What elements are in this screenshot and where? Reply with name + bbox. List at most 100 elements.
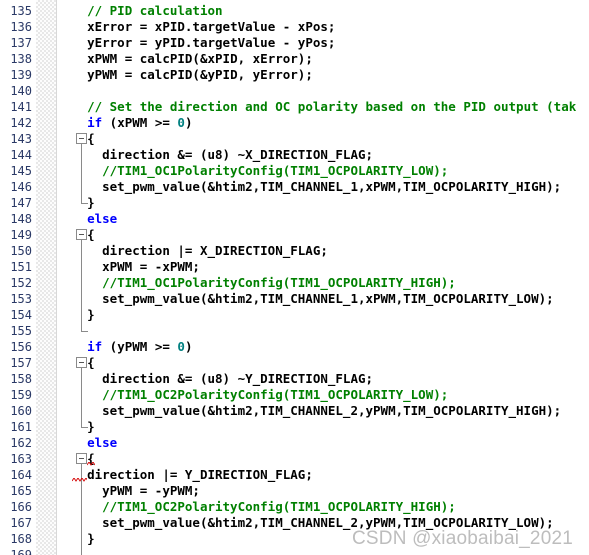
line-number: 167 <box>10 516 32 530</box>
code-line[interactable]: // PID calculation <box>87 3 222 19</box>
code-token-plain: ) <box>184 115 193 130</box>
line-number: 148 <box>10 212 32 226</box>
line-number: 158 <box>10 372 32 386</box>
code-token-plain: xPWM = calcPID(&xPID, xError); <box>87 51 313 66</box>
line-number: 152 <box>10 276 32 290</box>
error-squiggle <box>87 462 95 466</box>
code-token-number: 0 <box>177 115 185 130</box>
code-token-plain: direction &= (u8) ~X_DIRECTION_FLAG; <box>102 147 374 162</box>
code-token-plain: direction &= (u8) ~Y_DIRECTION_FLAG; <box>102 371 374 386</box>
code-line[interactable]: } <box>87 195 95 211</box>
code-token-comment: //TIM1_OC2PolarityConfig(TIM1_OCPOLARITY… <box>102 499 456 514</box>
line-number: 138 <box>10 52 32 66</box>
code-line[interactable]: set_pwm_value(&htim2,TIM_CHANNEL_1,xPWM,… <box>102 179 561 195</box>
line-number: 139 <box>10 68 32 82</box>
code-editor[interactable]: 135 136 137 138 139 140 141 142 143 144 145 146 147 1… <box>0 0 589 555</box>
code-token-plain: direction |= X_DIRECTION_FLAG; <box>102 243 328 258</box>
line-number: 162 <box>10 436 32 450</box>
code-line[interactable]: xPWM = calcPID(&xPID, xError); <box>87 51 313 67</box>
line-number: 159 <box>10 388 32 402</box>
line-number: 151 <box>10 260 32 274</box>
line-number: 153 <box>10 292 32 306</box>
code-line[interactable]: direction |= Y_DIRECTION_FLAG; <box>87 467 313 483</box>
line-number-column: 135 136 137 138 139 140 141 142 143 144 145 146 147 1… <box>0 0 36 555</box>
code-token-keyword: else <box>87 435 118 450</box>
line-number: 157 <box>10 356 32 370</box>
code-line[interactable]: //TIM1_OC1PolarityConfig(TIM1_OCPOLARITY… <box>102 275 456 291</box>
code-line[interactable]: set_pwm_value(&htim2,TIM_CHANNEL_2,yPWM,… <box>102 403 561 419</box>
code-token-comment: // Set the direction and OC polarity bas… <box>87 99 577 114</box>
code-token-plain: yPWM = calcPID(&yPID, yError); <box>87 67 313 82</box>
code-token-plain: (yPWM >= <box>102 339 178 354</box>
line-number: 150 <box>10 244 32 258</box>
code-line[interactable]: } <box>87 307 95 323</box>
line-number: 165 <box>10 484 32 498</box>
code-line[interactable]: else <box>87 435 117 451</box>
line-number: 135 <box>10 4 32 18</box>
code-token-plain: set_pwm_value(&htim2,TIM_CHANNEL_1,xPWM,… <box>102 179 562 194</box>
code-line[interactable]: if (xPWM >= 0) <box>87 115 192 131</box>
code-line[interactable]: direction &= (u8) ~Y_DIRECTION_FLAG; <box>102 371 373 387</box>
code-line[interactable]: { <box>87 227 95 243</box>
code-token-plain: } <box>87 307 95 322</box>
code-token-comment: //TIM1_OC1PolarityConfig(TIM1_OCPOLARITY… <box>102 163 449 178</box>
code-token-comment: // PID calculation <box>87 3 223 18</box>
code-line[interactable]: direction |= X_DIRECTION_FLAG; <box>102 243 328 259</box>
code-line[interactable]: //TIM1_OC1PolarityConfig(TIM1_OCPOLARITY… <box>102 163 448 179</box>
line-number: 160 <box>10 404 32 418</box>
code-line[interactable]: else <box>87 211 117 227</box>
code-line[interactable]: { <box>87 131 95 147</box>
code-line[interactable]: direction &= (u8) ~X_DIRECTION_FLAG; <box>102 147 373 163</box>
line-number: 144 <box>10 148 32 162</box>
line-number: 149 <box>10 228 32 242</box>
code-line[interactable]: // Set the direction and OC polarity bas… <box>87 99 576 115</box>
line-number: 141 <box>10 100 32 114</box>
code-line[interactable]: { <box>87 355 95 371</box>
code-token-plain: (xPWM >= <box>102 115 178 130</box>
code-folding-strip[interactable] <box>36 0 88 555</box>
line-number: 136 <box>10 20 32 34</box>
code-token-plain: } <box>87 419 95 434</box>
line-number: 145 <box>10 164 32 178</box>
code-line[interactable]: yPWM = calcPID(&yPID, yError); <box>87 67 313 83</box>
line-number: 142 <box>10 116 32 130</box>
line-number: 143 <box>10 132 32 146</box>
code-line[interactable]: //TIM1_OC2PolarityConfig(TIM1_OCPOLARITY… <box>102 387 448 403</box>
code-token-keyword: if <box>87 115 103 130</box>
code-token-plain: ) <box>184 339 193 354</box>
code-token-plain: } <box>87 195 95 210</box>
csdn-watermark: CSDN @xiaobaibai_2021 <box>352 528 574 549</box>
code-token-plain: yPWM = -yPWM; <box>102 483 200 498</box>
code-line[interactable]: xPWM = -xPWM; <box>102 259 200 275</box>
code-line[interactable]: yError = yPID.targetValue - yPos; <box>87 35 335 51</box>
code-token-plain: direction |= Y_DIRECTION_FLAG; <box>87 467 313 482</box>
code-token-number: 0 <box>177 339 185 354</box>
line-number: 140 <box>10 84 32 98</box>
code-line[interactable]: } <box>87 419 95 435</box>
line-number: 164 <box>10 468 32 482</box>
code-line[interactable]: } <box>87 531 95 547</box>
line-number: 156 <box>10 340 32 354</box>
code-line[interactable]: if (yPWM >= 0) <box>87 339 192 355</box>
line-number: 147 <box>10 196 32 210</box>
code-token-plain: xError = xPID.targetValue - xPos; <box>87 19 336 34</box>
line-number: 166 <box>10 500 32 514</box>
code-token-plain: { <box>87 355 95 370</box>
code-token-plain: { <box>87 131 95 146</box>
code-line[interactable]: set_pwm_value(&htim2,TIM_CHANNEL_1,xPWM,… <box>102 291 554 307</box>
code-token-comment: //TIM1_OC2PolarityConfig(TIM1_OCPOLARITY… <box>102 387 449 402</box>
code-line[interactable]: yPWM = -yPWM; <box>102 483 200 499</box>
code-line[interactable]: //TIM1_OC2PolarityConfig(TIM1_OCPOLARITY… <box>102 499 456 515</box>
code-token-plain: set_pwm_value(&htim2,TIM_CHANNEL_2,yPWM,… <box>102 403 562 418</box>
line-number: 163 <box>10 452 32 466</box>
code-line[interactable]: xError = xPID.targetValue - xPos; <box>87 19 335 35</box>
line-number: 155 <box>10 324 32 338</box>
code-token-comment: //TIM1_OC1PolarityConfig(TIM1_OCPOLARITY… <box>102 275 456 290</box>
line-number: 161 <box>10 420 32 434</box>
editor-gutter: 135 136 137 138 139 140 141 142 143 144 145 146 147 1… <box>0 0 88 555</box>
line-number: 137 <box>10 36 32 50</box>
error-squiggle <box>72 478 88 482</box>
code-token-keyword: if <box>87 339 103 354</box>
code-token-plain: set_pwm_value(&htim2,TIM_CHANNEL_1,xPWM,… <box>102 291 554 306</box>
code-text-area[interactable]: // PID calculation xError = xPID.targetVa… <box>57 0 589 555</box>
